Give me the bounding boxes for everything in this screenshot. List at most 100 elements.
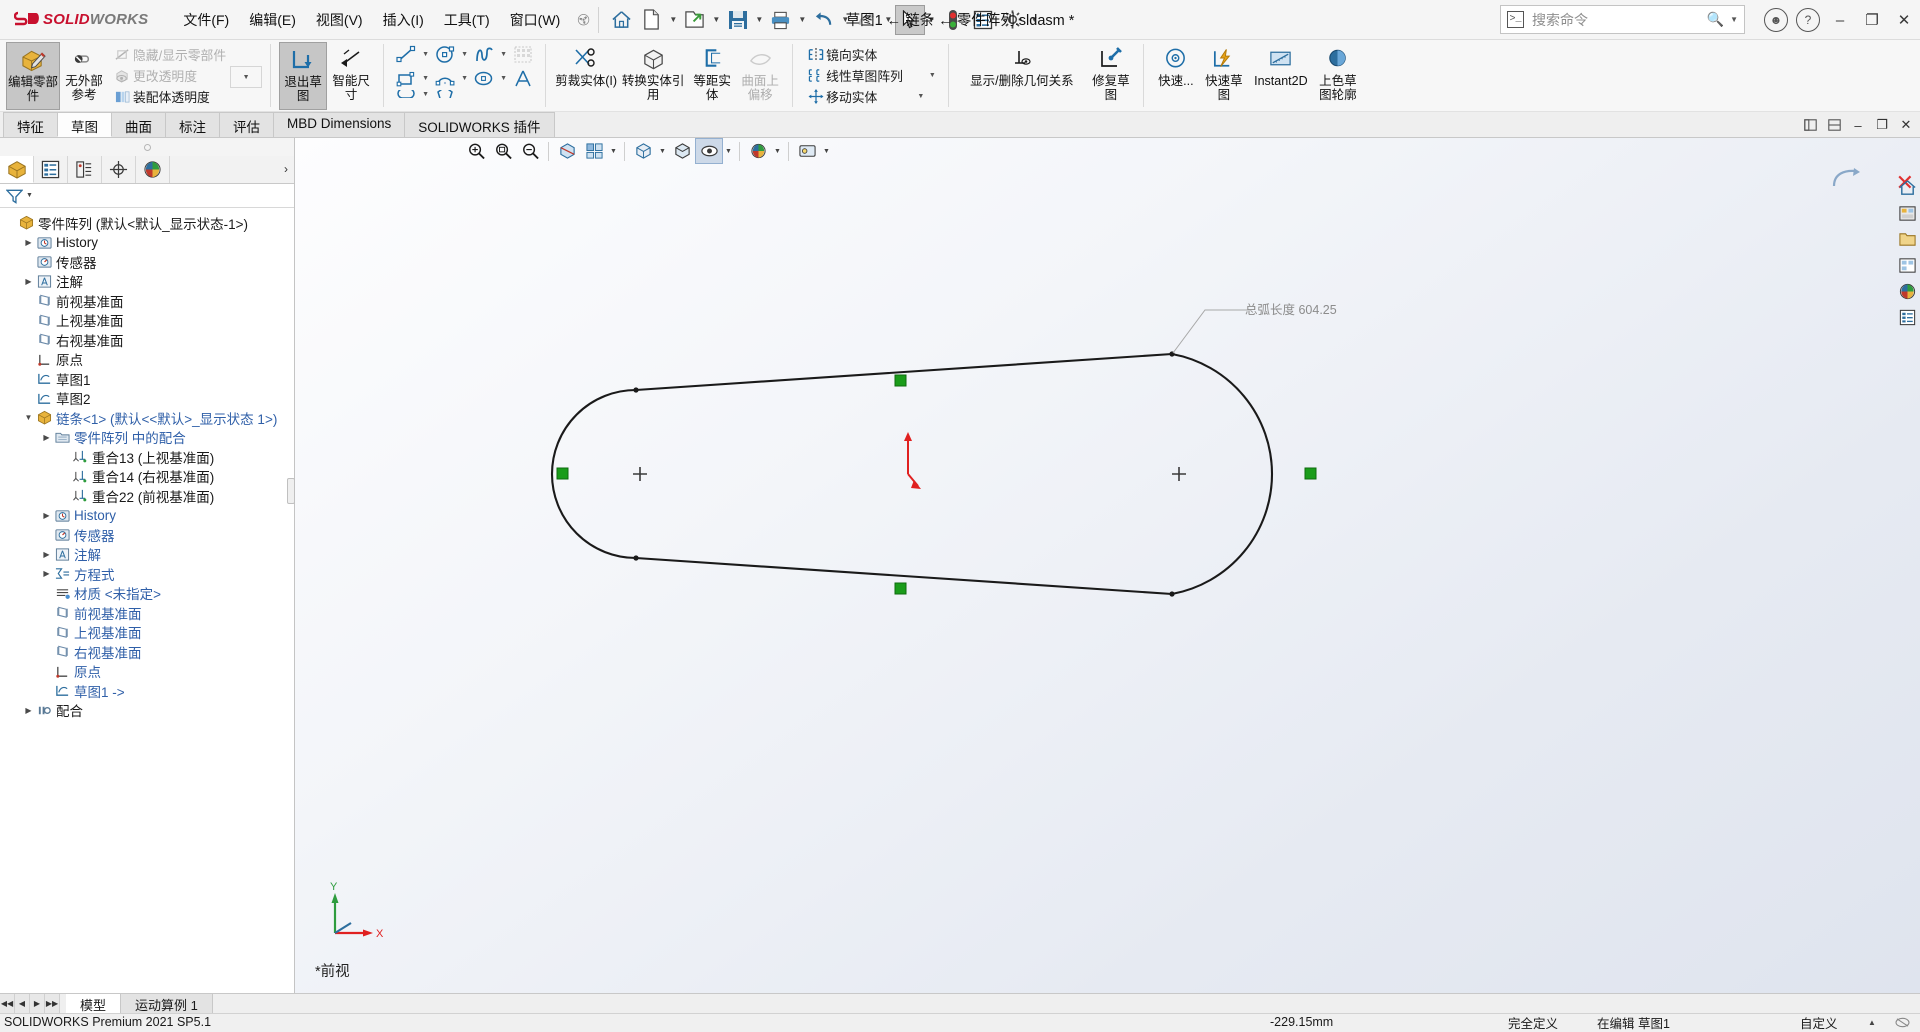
tree-node-sub-origin[interactable]: 原点: [0, 662, 294, 682]
linear-sketch-pattern-caret[interactable]: ▼: [929, 72, 936, 79]
tree-node-sub-annotations[interactable]: ▶ 注解: [0, 545, 294, 565]
tree-node-mate-22[interactable]: 重合22 (前视基准面): [0, 486, 294, 506]
tree-expand-icon[interactable]: ▶: [22, 706, 35, 715]
slot-tool-caret[interactable]: ▼: [420, 90, 431, 98]
tab-nav-prev[interactable]: ◀: [15, 994, 30, 1013]
doc-tab-model[interactable]: 模型: [66, 994, 122, 1013]
view-settings-icon[interactable]: [794, 139, 820, 163]
tree-node-top-plane[interactable]: 上视基准面: [0, 311, 294, 331]
panel-grip[interactable]: [0, 138, 294, 156]
arc-length-dimension-label[interactable]: 总弧长度 604.25: [1245, 299, 1337, 318]
arc-tool-icon[interactable]: [431, 66, 459, 90]
tree-node-sub-sensors[interactable]: 传感器: [0, 525, 294, 545]
status-custom-caret[interactable]: ▲: [1868, 1018, 1876, 1027]
trim-entities-button[interactable]: 剪裁实体(I): [554, 42, 618, 110]
arc-tool-caret[interactable]: ▼: [459, 66, 470, 90]
rectangle-tool-icon[interactable]: [392, 66, 420, 90]
quick-snaps-button[interactable]: 快速...: [1152, 42, 1200, 110]
dock-file-explorer-icon[interactable]: [1896, 228, 1919, 251]
minimize-button[interactable]: –: [1824, 0, 1856, 40]
tree-node-sketch2[interactable]: 草图2: [0, 389, 294, 409]
menu-file[interactable]: 文件(F): [174, 6, 238, 34]
property-manager-tab[interactable]: [34, 156, 68, 183]
tree-filter-caret[interactable]: ▼: [26, 192, 33, 199]
tree-node-right-plane[interactable]: 右视基准面: [0, 330, 294, 350]
tree-node-annotations[interactable]: ▶ 注解: [0, 272, 294, 292]
tree-node-front-plane[interactable]: 前视基准面: [0, 291, 294, 311]
section-view-icon[interactable]: [554, 139, 580, 163]
tab-mbd-dimensions[interactable]: MBD Dimensions: [273, 112, 406, 137]
exit-sketch-button[interactable]: 退出草图: [279, 42, 328, 110]
linear-sketch-pattern-item[interactable]: 线性草图阵列 ▼: [801, 65, 940, 86]
tab-nav-first[interactable]: ◀◀: [0, 994, 15, 1013]
offset-on-surface-button[interactable]: 曲面上偏移: [736, 42, 784, 110]
tree-node-sub-right-plane[interactable]: 右视基准面: [0, 642, 294, 662]
view-orientation-icon[interactable]: [581, 139, 607, 163]
assembly-transparency-item[interactable]: 装配体透明度: [108, 86, 230, 107]
doc-minimize-button[interactable]: –: [1848, 115, 1868, 135]
tab-solidworks-addins[interactable]: SOLIDWORKS 插件: [404, 112, 555, 137]
sketch-text-tool-icon[interactable]: [509, 66, 537, 90]
apply-scene-caret[interactable]: ▼: [772, 139, 783, 163]
tree-node-assembly-root[interactable]: 零件阵列 (默认<默认_显示状态-1>): [0, 213, 294, 233]
tab-evaluate[interactable]: 评估: [219, 112, 274, 137]
ellipse-tool-icon[interactable]: [470, 66, 498, 90]
feature-manager-tab[interactable]: [0, 156, 34, 183]
maximize-button[interactable]: ❐: [1856, 0, 1888, 40]
home-icon[interactable]: [607, 5, 637, 35]
menu-insert[interactable]: 插入(I): [374, 6, 433, 34]
no-external-refs-button[interactable]: 无外部参考: [60, 42, 108, 110]
graphics-area[interactable]: ▼ ▼ ▼ ▼ ▼ ✕ 总弧长度 604.25 Y X *前视: [295, 138, 1920, 993]
move-entities-item[interactable]: 移动实体 ▼: [801, 86, 940, 107]
tree-node-sensors[interactable]: 传感器: [0, 252, 294, 272]
hide-show-items-toggle-icon[interactable]: [695, 138, 723, 164]
tree-node-mates-folder[interactable]: ▶ 零件阵列 中的配合: [0, 428, 294, 448]
status-sync-icon[interactable]: [1895, 1016, 1910, 1029]
tree-node-sub-sketch1[interactable]: 草图1 ->: [0, 681, 294, 701]
new-document-caret[interactable]: ▼: [667, 5, 680, 35]
repair-sketch-button[interactable]: 修复草图: [1087, 42, 1135, 110]
tree-node-chain-component[interactable]: ▼ 链条<1> (默认<<默认>_显示状态 1>): [0, 408, 294, 428]
dimxpert-manager-tab[interactable]: [102, 156, 136, 183]
help-icon[interactable]: ?: [1792, 0, 1824, 40]
line-tool-caret[interactable]: ▼: [420, 42, 431, 66]
configuration-manager-tab[interactable]: [68, 156, 102, 183]
circle-tool-icon[interactable]: [431, 42, 459, 66]
open-document-icon[interactable]: [680, 5, 710, 35]
menu-window[interactable]: 窗口(W): [501, 6, 570, 34]
tree-expand-icon[interactable]: ▶: [22, 238, 35, 247]
save-icon[interactable]: [723, 5, 753, 35]
tab-surfaces[interactable]: 曲面: [111, 112, 166, 137]
view-settings-caret[interactable]: ▼: [821, 139, 832, 163]
line-tool-icon[interactable]: [392, 42, 420, 66]
tab-features[interactable]: 特征: [3, 112, 58, 137]
tree-node-mates[interactable]: ▶ 配合: [0, 701, 294, 721]
tree-expand-icon[interactable]: ▶: [40, 550, 53, 559]
hide-show-items-caret[interactable]: ▼: [723, 139, 734, 163]
doc-close-button[interactable]: ✕: [1896, 115, 1916, 135]
display-delete-relations-button[interactable]: 显示/删除几何关系: [957, 42, 1087, 110]
doc-tab-motion-study[interactable]: 运动算例 1: [121, 994, 213, 1013]
rectangle-tool-caret[interactable]: ▼: [420, 66, 431, 90]
hide-show-items-icon[interactable]: [669, 139, 695, 163]
tab-nav-next[interactable]: ▶: [30, 994, 45, 1013]
search-icon[interactable]: 🔍: [1707, 11, 1724, 28]
sketch-pattern-tool-icon[interactable]: [509, 42, 537, 66]
assembly-group-dropdown[interactable]: ▼: [230, 66, 263, 88]
spline-tool-caret[interactable]: ▼: [498, 42, 509, 66]
tree-node-sub-top-plane[interactable]: 上视基准面: [0, 623, 294, 643]
zoom-to-area-icon[interactable]: [490, 139, 516, 163]
polygon-tool-icon[interactable]: [431, 90, 459, 98]
print-caret[interactable]: ▼: [796, 5, 809, 35]
tree-expand-icon[interactable]: ▶: [40, 433, 53, 442]
mirror-entities-item[interactable]: 镜向实体: [801, 44, 940, 65]
tree-node-sub-history[interactable]: ▶ History: [0, 506, 294, 526]
tree-filter-bar[interactable]: ▼: [0, 184, 294, 208]
pin-icon[interactable]: ✇: [573, 9, 595, 30]
new-document-icon[interactable]: [637, 5, 667, 35]
account-icon[interactable]: ☻: [1760, 0, 1792, 40]
smart-dimension-button[interactable]: 智能尺寸: [327, 42, 375, 110]
circle-tool-caret[interactable]: ▼: [459, 42, 470, 66]
expand-panel-icon[interactable]: ›: [284, 162, 288, 176]
spline-tool-icon[interactable]: [470, 42, 498, 66]
